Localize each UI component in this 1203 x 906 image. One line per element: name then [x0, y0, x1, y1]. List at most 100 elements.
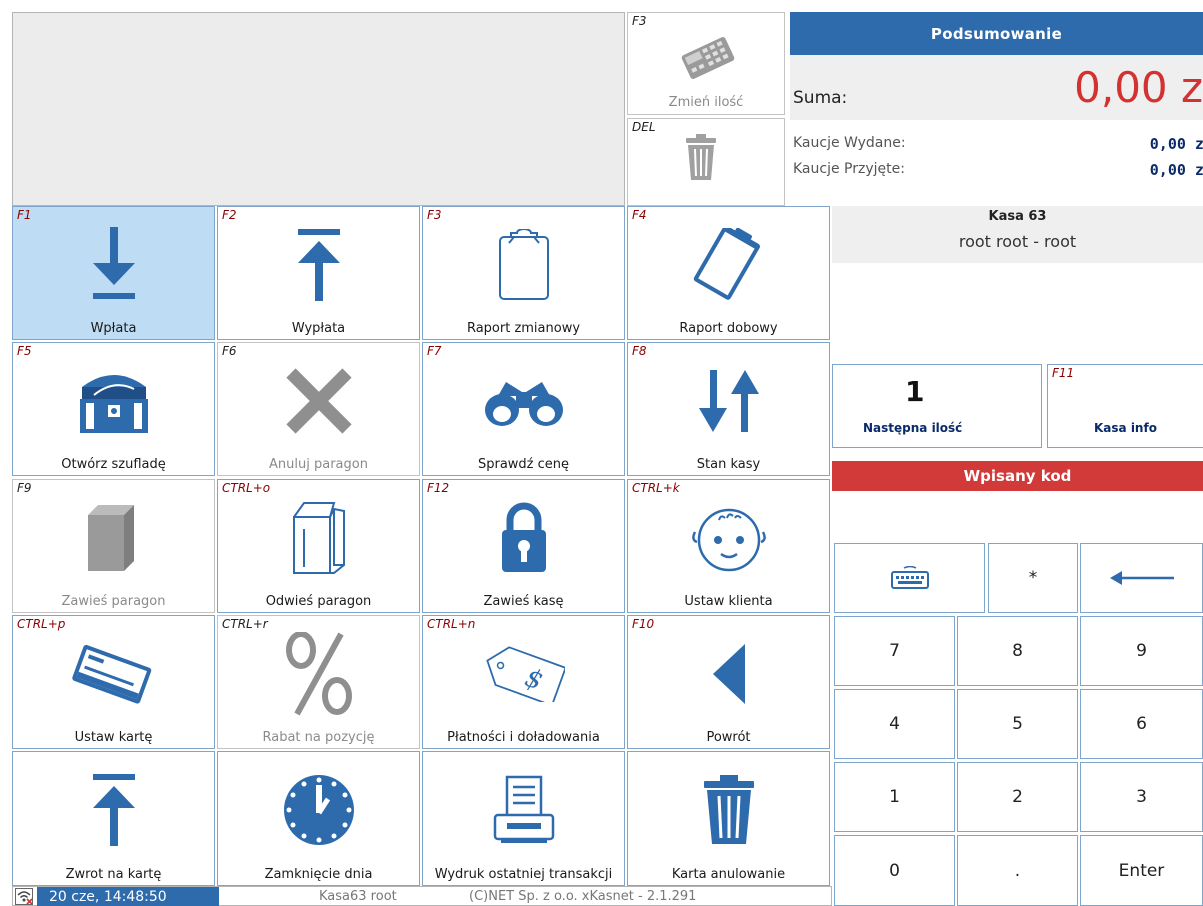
shortcut-key: F2: [222, 208, 237, 222]
shortcut-key: F6: [222, 344, 237, 358]
percent-icon: [218, 632, 419, 716]
baby-face-icon: [628, 502, 829, 574]
tile-label: Wypłata: [291, 321, 346, 336]
tile-odwieś-paragon[interactable]: CTRL+o Odwieś paragon: [217, 479, 420, 613]
tile-label: Odwieś paragon: [265, 594, 372, 609]
treasure-chest-icon: [13, 365, 214, 437]
numpad-7[interactable]: 7: [834, 616, 955, 686]
tile-sprawdź-cenę[interactable]: F7 Sprawdź cenę: [422, 342, 625, 476]
tile-powrót[interactable]: F10 Powrót: [627, 615, 830, 749]
tile-wpłata[interactable]: F1 Wpłata: [12, 206, 215, 340]
sum-label: Suma:: [793, 88, 848, 108]
arrow-down-bar-icon: [13, 227, 214, 301]
clipboard-tilted-icon: [628, 228, 829, 301]
tile-zwrot-na-kartę[interactable]: Zwrot na kartę: [12, 751, 215, 886]
tile-label: Zwrot na kartę: [65, 867, 162, 882]
tile-anuluj-paragon[interactable]: F6 Anuluj paragon: [217, 342, 420, 476]
kasa-info-button[interactable]: F11 Kasa info: [1047, 364, 1203, 448]
tile-label: Karta anulowanie: [671, 867, 786, 882]
tile-raport-dobowy[interactable]: F4 Raport dobowy: [627, 206, 830, 340]
tile-zawieś-paragon[interactable]: F9 Zawieś paragon: [12, 479, 215, 613]
tile-wydruk-ostatniej-transakcji[interactable]: Wydruk ostatniej transakcji: [422, 751, 625, 886]
numpad-0[interactable]: 0: [834, 835, 955, 906]
tile-ustaw-klienta[interactable]: CTRL+k Ustaw klienta: [627, 479, 830, 613]
numpad-9[interactable]: 9: [1080, 616, 1203, 686]
backspace-arrow-icon: [1109, 571, 1174, 585]
cross-icon: [218, 365, 419, 437]
tile-wypłata[interactable]: F2 Wypłata: [217, 206, 420, 340]
tile-raport-zmianowy[interactable]: F3 Raport zmianowy: [422, 206, 625, 340]
shortcut-key: CTRL+o: [222, 481, 271, 495]
sum-row: Suma: 0,00 zł: [790, 55, 1203, 120]
keyboard-button[interactable]: [834, 543, 985, 613]
sum-value: 0,00 zł: [1074, 63, 1203, 112]
tile-label: Raport zmianowy: [466, 321, 581, 336]
tile-label: Anuluj paragon: [269, 457, 368, 472]
tile-label: Zawieś paragon: [61, 594, 166, 609]
summary-header: Podsumowanie: [790, 12, 1203, 55]
kaucje-wydane-value: 0,00 zł: [1149, 135, 1203, 153]
shortcut-key: F4: [632, 208, 647, 222]
numpad-2[interactable]: 2: [957, 762, 1078, 832]
tile-zawieś-kasę[interactable]: F12 Zawieś kasę: [422, 479, 625, 613]
top-strip: [0, 0, 1203, 9]
tile-otwórz-szufladę[interactable]: F5 Otwórz szufladę: [12, 342, 215, 476]
next-quantity-value: 1: [905, 375, 925, 408]
register-user: root root - root: [958, 232, 1077, 251]
shortcut-key: F12: [427, 481, 450, 495]
tile-label: Otwórz szufladę: [61, 457, 166, 472]
printer-icon: [423, 774, 624, 846]
tile-label: Rabat na pozycję: [262, 730, 375, 745]
calculator-icon: [681, 37, 735, 79]
status-user: Kasa63 root: [319, 889, 397, 904]
tile-label: Raport dobowy: [679, 321, 778, 336]
tile-stan-kasy[interactable]: F8 Stan kasy: [627, 342, 830, 476]
backspace-button[interactable]: [1080, 543, 1203, 613]
register-name: Kasa 63: [988, 209, 1047, 224]
arrow-up-bar-icon: [218, 229, 419, 301]
numpad-dot[interactable]: .: [957, 835, 1078, 906]
status-datetime: 20 cze, 14:48:50: [37, 887, 219, 906]
status-bar: 20 cze, 14:48:50 Kasa63 root (C)NET Sp. …: [12, 886, 832, 906]
numpad-5[interactable]: 5: [957, 689, 1078, 759]
nastepna-ilosc-button[interactable]: 1 Następna ilość: [832, 364, 1042, 448]
tile-label: Wydruk ostatniej transakcji: [434, 867, 613, 882]
arrows-up-down-icon: [628, 365, 829, 437]
tile-label: Zamknięcie dnia: [264, 867, 373, 882]
code-entry-field[interactable]: [832, 491, 1203, 541]
shortcut-key: F11: [1052, 366, 1075, 380]
tile-label: Ustaw kartę: [74, 730, 153, 745]
tile-label: Sprawdź cenę: [477, 457, 570, 472]
shortcut-key: CTRL+k: [632, 481, 680, 495]
tile-label: Powrót: [706, 730, 751, 745]
tile-ustaw-kartę[interactable]: CTRL+p Ustaw kartę: [12, 615, 215, 749]
delete-button[interactable]: DEL: [627, 118, 785, 206]
shortcut-key: CTRL+n: [427, 617, 476, 631]
tile-płatności-i-doładowania[interactable]: CTRL+n $ Płatności i doładowania: [422, 615, 625, 749]
triangle-left-icon: [628, 638, 829, 710]
clock-icon: [218, 774, 419, 846]
kaucje-wydane-label: Kaucje Wydane:: [793, 135, 906, 151]
shortcut-key: F5: [17, 344, 32, 358]
shortcut-key: F3: [632, 14, 647, 28]
shortcut-key: F9: [17, 481, 32, 495]
numpad-1[interactable]: 1: [834, 762, 955, 832]
shortcut-key: DEL: [632, 120, 656, 134]
numpad-6[interactable]: 6: [1080, 689, 1203, 759]
tile-label: Zawieś kasę: [483, 594, 564, 609]
tile-label: Wpłata: [90, 321, 137, 336]
tile-zamknięcie-dnia[interactable]: Zamknięcie dnia: [217, 751, 420, 886]
zmien-ilosc-button[interactable]: F3 Zmień ilość: [627, 12, 785, 115]
numpad-4[interactable]: 4: [834, 689, 955, 759]
shortcut-key: CTRL+r: [222, 617, 268, 631]
numpad-star[interactable]: *: [988, 543, 1078, 613]
numpad-3[interactable]: 3: [1080, 762, 1203, 832]
tile-rabat-na-pozycję[interactable]: CTRL+r Rabat na pozycję: [217, 615, 420, 749]
credit-card-icon: [13, 638, 214, 710]
zmien-ilosc-label: Zmień ilość: [668, 95, 744, 110]
numpad-8[interactable]: 8: [957, 616, 1078, 686]
clipboard-icon: [423, 229, 624, 301]
shortcut-key: F8: [632, 344, 647, 358]
enter-button[interactable]: Enter: [1080, 835, 1203, 906]
tile-karta-anulowanie[interactable]: Karta anulowanie: [627, 751, 830, 886]
